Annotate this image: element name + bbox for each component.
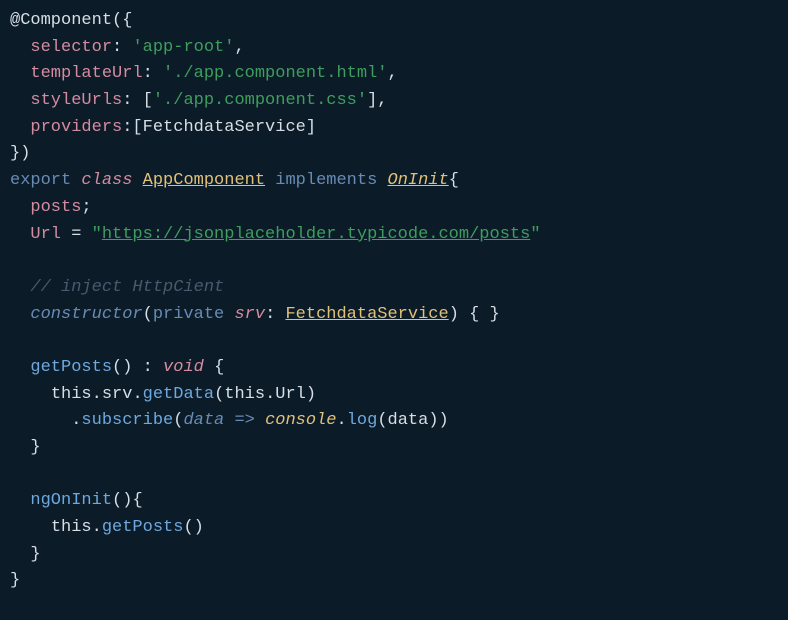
prop-selector: selector (30, 38, 112, 57)
decorator: @Component (10, 11, 112, 30)
string-selector: 'app-root' (132, 38, 234, 57)
brace-close: }) (10, 144, 30, 163)
member-url: Url (30, 225, 61, 244)
comment: // inject HttpCient (30, 278, 224, 297)
string-styleurls: './app.component.css' (153, 91, 367, 110)
console-log: log (347, 411, 378, 430)
string-templateurl: './app.component.html' (163, 64, 387, 83)
providers-value: FetchdataService (143, 118, 306, 137)
prop-templateurl: templateUrl (30, 64, 142, 83)
arrow-param-data: data (183, 411, 224, 430)
keyword-private: private (153, 305, 224, 324)
interface-name: OnInit (388, 171, 449, 190)
method-ngoninit: ngOnInit (30, 491, 112, 510)
constructor-keyword: constructor (30, 305, 142, 324)
type-fetchdataservice: FetchdataService (285, 305, 448, 324)
keyword-class: class (81, 171, 132, 190)
call-getposts: getPosts (102, 518, 184, 537)
prop-styleurls: styleUrls (30, 91, 122, 110)
param-srv: srv (234, 305, 265, 324)
url-string: https://jsonplaceholder.typicode.com/pos… (102, 225, 530, 244)
call-getdata: getData (143, 385, 214, 404)
call-subscribe: subscribe (81, 411, 173, 430)
method-getposts: getPosts (30, 358, 112, 377)
prop-providers: providers (30, 118, 122, 137)
keyword-export: export (10, 171, 71, 190)
code-editor[interactable]: @Component({ selector: 'app-root', templ… (10, 8, 778, 595)
keyword-void: void (163, 358, 204, 377)
keyword-implements: implements (275, 171, 377, 190)
console: console (265, 411, 336, 430)
member-posts: posts (30, 198, 81, 217)
class-name: AppComponent (143, 171, 265, 190)
brace: ({ (112, 11, 132, 30)
